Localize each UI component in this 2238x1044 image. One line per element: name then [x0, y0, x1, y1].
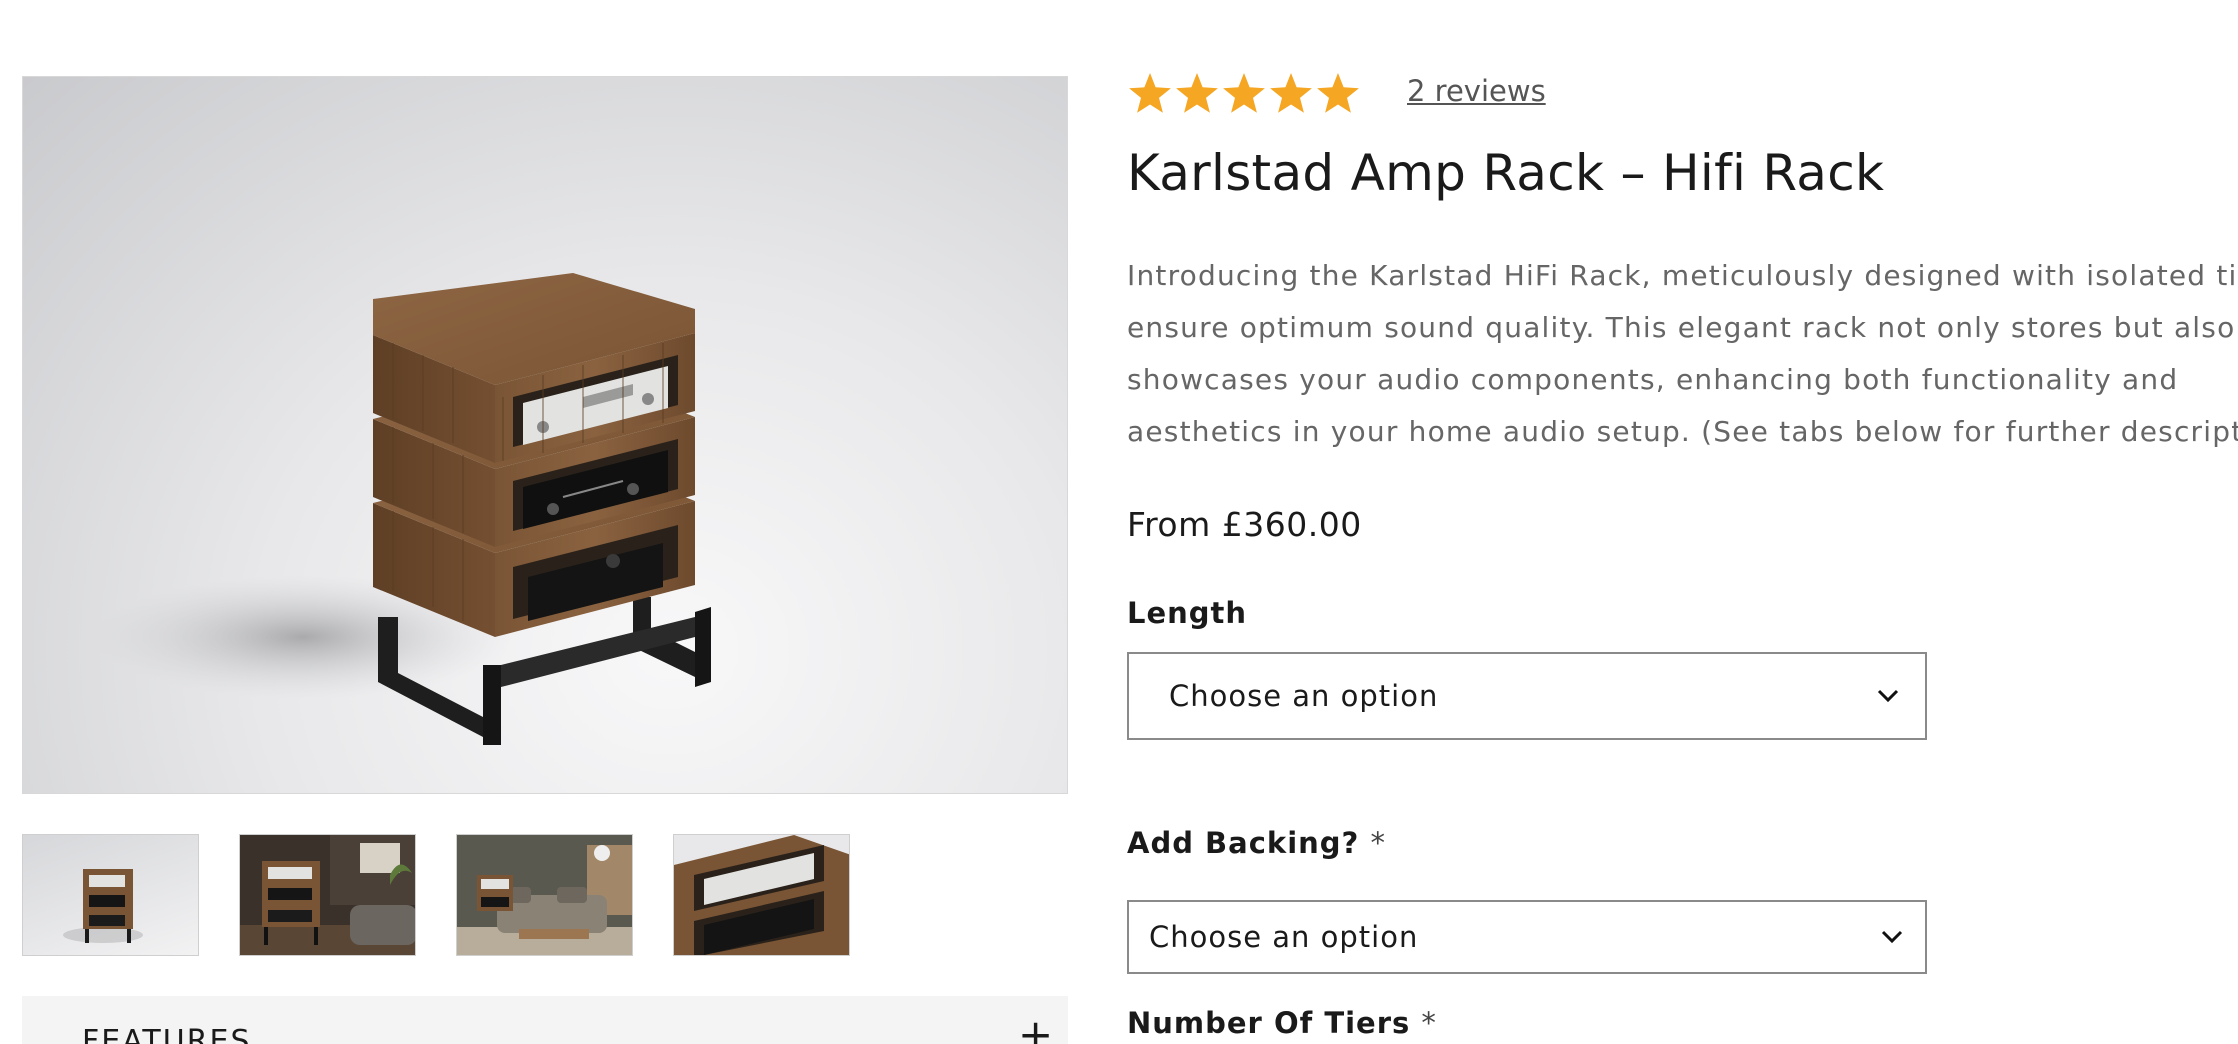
product-main-image[interactable]: [22, 76, 1068, 794]
star-icon: [1270, 73, 1312, 113]
tiers-label: Number Of Tiers *: [1127, 1006, 1437, 1040]
product-description: Introducing the Karlstad HiFi Rack, meti…: [1127, 250, 2238, 458]
description-line: Introducing the Karlstad HiFi Rack, meti…: [1127, 259, 2238, 292]
star-rating-icons: [1129, 73, 1359, 113]
description-line: showcases your audio components, enhanci…: [1127, 363, 2179, 396]
star-icon: [1223, 73, 1265, 113]
chevron-down-icon: [1877, 689, 1899, 703]
star-icon: [1129, 73, 1171, 113]
length-select[interactable]: Choose an option: [1127, 652, 1927, 740]
star-icon: [1317, 73, 1359, 113]
reviews-link[interactable]: 2 reviews: [1407, 74, 1546, 108]
description-line: aesthetics in your home audio setup. (Se…: [1127, 415, 2238, 448]
product-page: FEATURES + 2 reviews Karlstad Amp Rack –…: [0, 0, 2238, 1044]
plus-icon[interactable]: +: [1018, 1010, 1053, 1044]
length-label: Length: [1127, 596, 1247, 630]
backing-label: Add Backing? *: [1127, 826, 1386, 860]
thumbnail-living-room[interactable]: [239, 834, 416, 956]
accordion-title: FEATURES: [82, 1024, 252, 1044]
backing-select[interactable]: Choose an option: [1127, 900, 1927, 974]
chevron-down-icon: [1881, 930, 1903, 944]
features-accordion[interactable]: FEATURES +: [22, 996, 1068, 1044]
required-mark: *: [1421, 1006, 1437, 1040]
hifi-rack-render: [93, 273, 711, 745]
required-mark: *: [1370, 826, 1386, 860]
thumbnail-studio[interactable]: [22, 834, 199, 956]
length-select-value: Choose an option: [1169, 679, 1439, 713]
product-price: From £360.00: [1127, 505, 1362, 544]
thumbnail-lounge[interactable]: [456, 834, 633, 956]
description-line: ensure optimum sound quality. This elega…: [1127, 311, 2236, 344]
product-title: Karlstad Amp Rack – Hifi Rack: [1127, 144, 1885, 202]
tiers-label-text: Number Of Tiers: [1127, 1006, 1411, 1040]
star-icon: [1176, 73, 1218, 113]
thumbnail-closeup[interactable]: [673, 834, 850, 956]
length-label-text: Length: [1127, 596, 1248, 630]
backing-label-text: Add Backing?: [1127, 826, 1360, 860]
backing-select-value: Choose an option: [1149, 920, 1419, 954]
